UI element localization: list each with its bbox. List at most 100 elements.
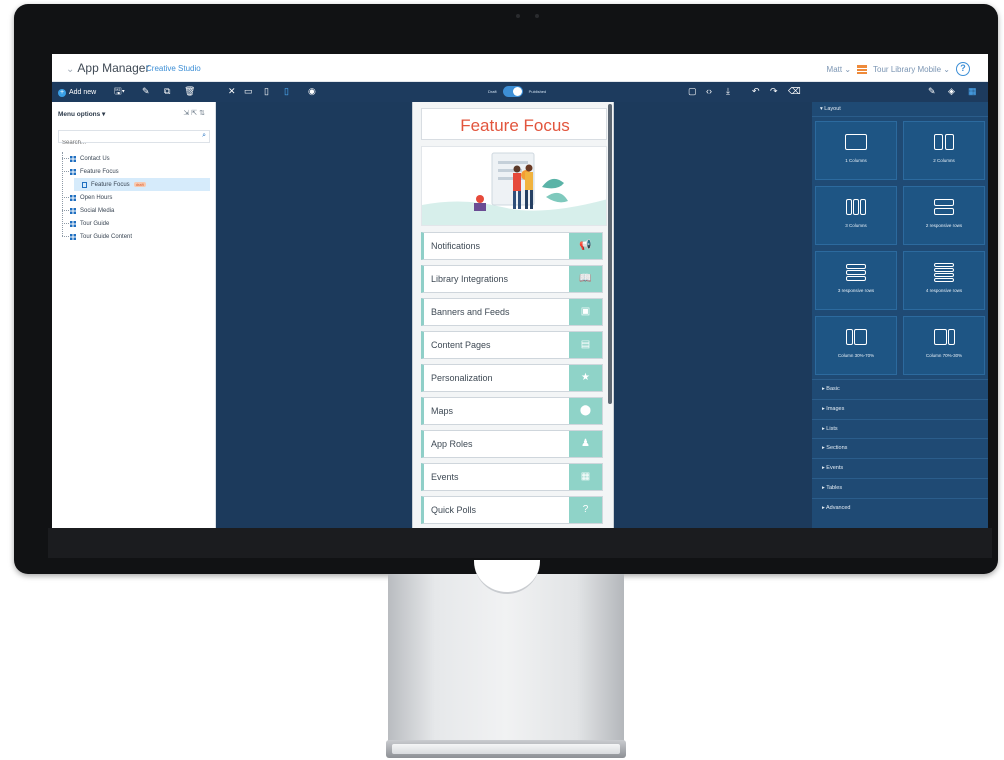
list-item[interactable]: Events ▦ [421,463,603,491]
search-icon[interactable]: ⌕ [202,132,206,140]
list-item-label: Banners and Feeds [431,307,510,317]
layout-section-header[interactable]: ▾ Layout [812,102,988,117]
pencil-icon[interactable]: ✎ [142,86,150,97]
tree-item[interactable]: Open Hours [62,191,210,204]
tree-connector [62,197,69,198]
library-select[interactable]: Tour Library Mobile ⌄ [873,65,950,74]
select-icon[interactable]: ▢ [688,86,697,97]
layout-tile-1-column[interactable]: 1 Columns [815,121,897,180]
tree-item-label: Social Media [80,207,115,214]
save-icon[interactable]: 🖫▾ [114,86,125,97]
tree-item[interactable]: Tour Guide Content [62,230,210,243]
redo-icon[interactable]: ↷ [770,86,778,97]
tree-connector [62,171,69,172]
category-images[interactable]: ▸ Images [812,398,988,419]
two-columns-icon [904,132,984,152]
list-item[interactable]: Content Pages ▤ [421,331,603,359]
list-item-label: Events [431,472,459,482]
page-title: Feature Focus [460,116,570,135]
category-advanced[interactable]: ▸ Advanced [812,497,988,518]
draft-badge: draft [133,182,146,187]
user-menu[interactable]: Matt ⌄ [827,65,852,74]
column-30-70-icon [816,327,896,347]
three-rows-icon [816,262,896,282]
grid-icon [70,168,76,175]
download-icon[interactable]: ⤓ [726,86,730,97]
menu-panel: Menu options ▾ ⇲⇱⇅ ⌕ Contact Us Feature … [52,102,216,528]
layout-tiles: 1 Columns 2 Columns 3 Columns 2 responsi… [812,117,988,375]
tree-connector [62,236,69,237]
layout-tile-2-columns[interactable]: 2 Columns [903,121,985,180]
category-basic[interactable]: ▸ Basic [812,379,988,399]
mobile-icon[interactable]: ▯ [284,86,289,97]
tablet-icon[interactable]: ▯ [264,86,269,97]
list-item-label: Maps [431,406,454,416]
menu-options-dropdown[interactable]: Menu options ▾ [58,110,105,118]
brush-icon[interactable]: ✎ [928,86,936,97]
trash-icon[interactable]: 🗑 [184,86,195,97]
title-block[interactable]: Feature Focus [421,108,607,140]
desktop-icon[interactable]: ▭ [244,86,253,97]
list-item[interactable]: Personalization ★ [421,364,603,392]
category-lists[interactable]: ▸ Lists [812,418,988,439]
layout-tile-3-rows[interactable]: 3 responsive rows [815,251,897,310]
grid-icon [70,233,76,240]
two-rows-icon [904,197,984,217]
category-label: Lists [826,425,838,432]
tree-item[interactable]: Contact Us [62,152,210,165]
layout-tile-4-rows[interactable]: 4 responsive rows [903,251,985,310]
tile-label: Column 30%-70% [837,353,875,358]
eraser-icon[interactable]: ⌫ [788,86,801,97]
category-label: Images [826,405,845,412]
publish-toggle[interactable]: Draft Published [488,86,546,97]
list-item[interactable]: Quick Polls? [421,496,603,524]
tile-label: 1 Columns [845,158,867,163]
three-columns-icon [816,197,896,217]
tree-tools-icon[interactable]: ⇲⇱⇅ [183,109,207,117]
eye-icon[interactable]: ◉ [308,86,316,97]
toggle-right-label: Published [528,89,547,94]
category-label: Tables [826,484,843,491]
category-label: Events [826,465,844,472]
list-item-label: Quick Polls [431,505,477,515]
app-title[interactable]: ⌄ App Manager [66,61,149,75]
list-item[interactable]: Banners and Feeds ▣ [421,298,603,326]
search-input[interactable] [59,137,189,149]
monitor-bezel: ⌄ App Manager Creative Studio Matt ⌄ Tour… [14,4,998,574]
tile-label: 4 responsive rows [925,288,963,293]
category-events[interactable]: ▸ Events [812,458,988,478]
list-item[interactable]: Library Integrations 📖 [421,265,603,293]
layers-icon[interactable]: ◈ [948,86,955,97]
toggle-switch[interactable] [502,86,523,97]
four-rows-icon [904,262,984,282]
list-item[interactable]: Notifications 📢 [421,232,603,260]
help-icon[interactable]: ? [956,62,970,76]
grid-icon [70,155,76,162]
images-icon: ▣ [569,299,602,325]
category-sections[interactable]: ▸ Sections [812,438,988,458]
category-label: Basic [826,386,840,392]
phone-preview: Feature Focus Notifications 📢 Library In… [412,102,614,528]
list-item[interactable]: Maps ⬤ [421,397,603,425]
fullscreen-icon[interactable]: ✕ [228,86,236,97]
tree-item[interactable]: Social Media [62,204,210,217]
app-header: ⌄ App Manager Creative Studio Matt ⌄ Tour… [52,54,988,82]
tree-item-selected[interactable]: Feature Focus draft [74,178,210,191]
add-new-button[interactable]: + Add new [58,87,96,98]
scrollbar[interactable] [608,104,612,404]
app-title-text: App Manager [77,61,150,75]
tree-item[interactable]: Tour Guide [62,217,210,230]
map-pin-icon: ⬤ [569,398,602,424]
tree-item[interactable]: Feature Focus [62,165,210,178]
category-tables[interactable]: ▸ Tables [812,477,988,498]
undo-icon[interactable]: ↶ [752,86,760,97]
layout-tile-2-rows[interactable]: 2 responsive rows [903,186,985,245]
tile-label: 2 responsive rows [925,223,963,228]
layout-tile-30-70[interactable]: Column 30%-70% [815,316,897,375]
code-icon[interactable]: ‹› [706,86,712,97]
layout-tile-3-columns[interactable]: 3 Columns [815,186,897,245]
layout-tile-70-30[interactable]: Column 70%-30% [903,316,985,375]
blocks-icon[interactable]: ▦ [968,86,977,97]
list-item[interactable]: App Roles ♟ [421,430,603,458]
copy-icon[interactable]: ⧉ [164,86,170,97]
